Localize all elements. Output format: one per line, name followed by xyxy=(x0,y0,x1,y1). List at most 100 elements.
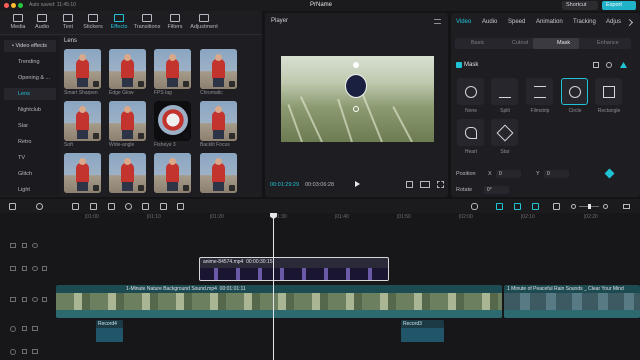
tab-animation[interactable]: Animation xyxy=(536,19,563,25)
tab-transitions[interactable]: Transitions xyxy=(133,14,161,34)
lock-icon[interactable] xyxy=(22,266,27,271)
record4-audio-clip[interactable]: Record4 xyxy=(96,320,123,342)
ratio-icon[interactable] xyxy=(420,181,430,188)
subtab-basic[interactable]: Basic xyxy=(471,40,484,46)
effect-edge-glow[interactable] xyxy=(109,49,146,89)
lock-icon[interactable] xyxy=(22,297,27,302)
category-star[interactable]: Star xyxy=(4,120,56,132)
mask-star[interactable] xyxy=(491,119,518,146)
effect-chromatic[interactable] xyxy=(200,49,237,89)
subtab-enhance[interactable]: Enhance xyxy=(597,40,619,46)
category-opening[interactable]: Opening & ... xyxy=(4,72,56,84)
lock-icon[interactable] xyxy=(22,349,27,354)
video-preview[interactable] xyxy=(281,56,434,142)
effect-item[interactable] xyxy=(109,153,146,193)
tab-adjustment[interactable]: Adjustment xyxy=(188,14,220,34)
zoom-in-icon[interactable] xyxy=(603,204,608,209)
eye-icon[interactable] xyxy=(32,243,38,248)
mask-circle[interactable] xyxy=(561,78,588,105)
rotate-tool-icon[interactable] xyxy=(160,203,167,210)
mask-none[interactable] xyxy=(457,78,484,105)
mask-resize-handle[interactable] xyxy=(353,62,359,68)
tab-media[interactable]: Media xyxy=(6,14,30,34)
export-button[interactable]: Export xyxy=(602,1,636,10)
mask-heart[interactable] xyxy=(457,119,484,146)
category-light[interactable]: Light xyxy=(4,184,56,196)
category-glitch[interactable]: Glitch xyxy=(4,168,56,180)
tab-filters[interactable]: Filters xyxy=(163,14,187,34)
category-trending[interactable]: Trending xyxy=(4,56,56,68)
tab-audio-inspector[interactable]: Audio xyxy=(482,19,497,25)
record3-audio-clip[interactable]: Record3 xyxy=(401,320,444,342)
fit-timeline-icon[interactable] xyxy=(623,204,630,209)
play-icon[interactable] xyxy=(355,181,360,187)
split-icon[interactable] xyxy=(72,203,79,210)
microphone-icon[interactable] xyxy=(471,203,478,210)
mask-rectangle[interactable] xyxy=(595,78,622,105)
speaker-icon[interactable] xyxy=(32,326,38,331)
rotate-input[interactable]: 0° xyxy=(484,186,509,194)
link-icon[interactable] xyxy=(496,203,503,210)
fit-view-icon[interactable] xyxy=(406,181,413,188)
delete-icon[interactable] xyxy=(90,203,97,210)
position-y-input[interactable]: 0 xyxy=(544,170,569,178)
mask-filmstrip[interactable] xyxy=(526,78,553,105)
rotate-handle-icon[interactable] xyxy=(353,106,359,112)
crop-icon[interactable] xyxy=(177,203,184,210)
zoom-out-icon[interactable] xyxy=(571,204,576,209)
invert-icon[interactable] xyxy=(593,62,599,68)
minimize-window-button[interactable] xyxy=(11,3,16,8)
effect-item[interactable] xyxy=(64,153,101,193)
maximize-window-button[interactable] xyxy=(18,3,23,8)
tab-video[interactable]: Video xyxy=(456,19,471,25)
tab-tracking[interactable]: Tracking xyxy=(573,19,596,25)
main-video-clip[interactable]: 1-Minute Nature Background Sound.mp4 00:… xyxy=(56,285,502,318)
mask-split[interactable] xyxy=(491,78,518,105)
effect-item[interactable] xyxy=(200,153,237,193)
tab-effects[interactable]: Effects xyxy=(107,14,131,34)
tab-stickers[interactable]: Stickers xyxy=(81,14,105,34)
preview-axis-icon[interactable] xyxy=(553,203,560,210)
shortcut-button[interactable]: Shortcut xyxy=(562,1,598,10)
category-tv[interactable]: TV xyxy=(4,152,56,164)
mask-checkbox[interactable] xyxy=(456,62,462,68)
tab-speed[interactable]: Speed xyxy=(508,19,525,25)
select-tool-icon[interactable] xyxy=(9,203,16,210)
effect-soft[interactable] xyxy=(64,101,101,141)
fullscreen-icon[interactable] xyxy=(437,181,444,188)
effect-backlit-focus[interactable] xyxy=(200,101,237,141)
category-lens[interactable]: Lens xyxy=(4,88,56,100)
position-x-input[interactable]: 0 xyxy=(496,170,521,178)
effect-item[interactable] xyxy=(154,153,191,193)
effect-wide-angle[interactable] xyxy=(109,101,146,141)
snap-icon[interactable] xyxy=(532,203,539,210)
record-icon[interactable] xyxy=(125,203,132,210)
category-nightclub[interactable]: Nightclub xyxy=(4,104,56,116)
anime-video-clip[interactable]: anime-84574.mp4 00:00:30:15 xyxy=(199,257,389,281)
speaker-icon[interactable] xyxy=(32,349,38,354)
speaker-icon[interactable] xyxy=(42,297,47,302)
lock-icon[interactable] xyxy=(22,326,27,331)
effect-fps-lag[interactable] xyxy=(154,49,191,89)
tab-adjust[interactable]: Adjus xyxy=(606,19,621,25)
menu-icon[interactable] xyxy=(434,19,441,24)
magnet-icon[interactable] xyxy=(514,203,521,210)
rain-video-clip[interactable]: 1 Minute of Peaceful Rain Sounds _ Clear… xyxy=(504,285,640,318)
subtab-mask[interactable]: Mask xyxy=(557,40,570,46)
effect-fisheye-3[interactable] xyxy=(154,101,191,141)
tab-audio[interactable]: Audio xyxy=(30,14,54,34)
mask-overlay[interactable] xyxy=(345,74,367,98)
eye-icon[interactable] xyxy=(32,297,38,302)
playhead[interactable] xyxy=(273,213,274,360)
close-window-button[interactable] xyxy=(4,3,9,8)
freeze-icon[interactable] xyxy=(108,203,115,210)
reset-icon[interactable] xyxy=(606,62,612,68)
category-video-effects[interactable]: • Video effects xyxy=(4,40,56,52)
mirror-icon[interactable] xyxy=(142,203,149,210)
category-retro[interactable]: Retro xyxy=(4,136,56,148)
zoom-slider-thumb[interactable] xyxy=(588,204,591,209)
undo-icon[interactable] xyxy=(36,203,43,210)
eye-icon[interactable] xyxy=(32,266,38,271)
effect-smart-sharpen[interactable] xyxy=(64,49,101,89)
subtab-cutout[interactable]: Cutout xyxy=(512,40,528,46)
